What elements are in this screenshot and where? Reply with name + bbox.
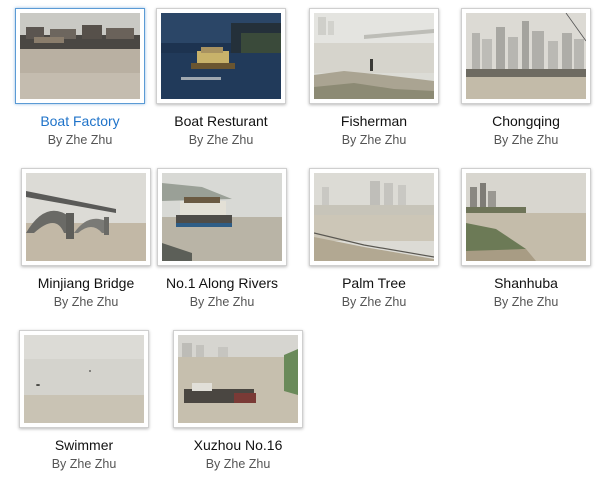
gallery-item-author: By Zhe Zhu <box>51 457 117 471</box>
gallery-item-author: By Zhe Zhu <box>205 457 271 471</box>
thumbnail-minjiang-bridge[interactable] <box>21 168 151 266</box>
fisherman-image <box>314 13 434 99</box>
gallery-item-title[interactable]: Shanhuba <box>450 275 600 292</box>
thumbnail-fisherman[interactable] <box>309 8 439 104</box>
shanhuba-image <box>466 173 586 261</box>
swimmer-image <box>24 335 144 423</box>
thumbnail-xuzhou-no16[interactable] <box>173 330 303 428</box>
gallery-item-author: By Zhe Zhu <box>47 133 113 147</box>
gallery-item-author: By Zhe Zhu <box>341 295 407 309</box>
gallery-item-boat-restaurant[interactable]: Boat Resturant By Zhe Zhu <box>145 8 297 148</box>
gallery-item-title[interactable]: Swimmer <box>8 437 160 454</box>
gallery-item-no1-along-rivers[interactable]: No.1 Along Rivers By Zhe Zhu <box>146 168 298 310</box>
gallery-item-title[interactable]: No.1 Along Rivers <box>146 275 298 292</box>
gallery-item-author: By Zhe Zhu <box>493 295 559 309</box>
gallery-item-minjiang-bridge[interactable]: Minjiang Bridge By Zhe Zhu <box>10 168 162 310</box>
gallery-item-title[interactable]: Xuzhou No.16 <box>162 437 314 454</box>
gallery-item-title[interactable]: Boat Resturant <box>145 113 297 130</box>
gallery-item-title[interactable]: Boat Factory <box>4 113 156 130</box>
gallery-item-fisherman[interactable]: Fisherman By Zhe Zhu <box>298 8 450 148</box>
gallery-item-title[interactable]: Chongqing <box>450 113 600 130</box>
gallery-item-author: By Zhe Zhu <box>188 133 254 147</box>
no1-along-rivers-image <box>162 173 282 261</box>
boat-factory-image <box>20 13 140 99</box>
thumbnail-swimmer[interactable] <box>19 330 149 428</box>
thumbnail-boat-restaurant[interactable] <box>156 8 286 104</box>
xuzhou-no16-image <box>178 335 298 423</box>
gallery-item-xuzhou-no16[interactable]: Xuzhou No.16 By Zhe Zhu <box>162 330 314 472</box>
chongqing-image <box>466 13 586 99</box>
minjiang-bridge-image <box>26 173 146 261</box>
gallery-item-chongqing[interactable]: Chongqing By Zhe Zhu <box>450 8 600 148</box>
thumbnail-chongqing[interactable] <box>461 8 591 104</box>
gallery-item-author: By Zhe Zhu <box>493 133 559 147</box>
boat-restaurant-image <box>161 13 281 99</box>
gallery-item-boat-factory[interactable]: Boat Factory By Zhe Zhu <box>4 8 156 148</box>
gallery-item-palm-tree[interactable]: Palm Tree By Zhe Zhu <box>298 168 450 310</box>
thumbnail-no1-along-rivers[interactable] <box>157 168 287 266</box>
gallery-item-title[interactable]: Palm Tree <box>298 275 450 292</box>
thumbnail-palm-tree[interactable] <box>309 168 439 266</box>
gallery-item-title[interactable]: Minjiang Bridge <box>10 275 162 292</box>
thumbnail-shanhuba[interactable] <box>461 168 591 266</box>
gallery-item-shanhuba[interactable]: Shanhuba By Zhe Zhu <box>450 168 600 310</box>
photo-gallery: Boat Factory By Zhe Zhu Boat Resturant B… <box>0 0 600 482</box>
palm-tree-image <box>314 173 434 261</box>
gallery-item-author: By Zhe Zhu <box>53 295 119 309</box>
gallery-item-swimmer[interactable]: Swimmer By Zhe Zhu <box>8 330 160 472</box>
gallery-item-author: By Zhe Zhu <box>189 295 255 309</box>
gallery-item-author: By Zhe Zhu <box>341 133 407 147</box>
gallery-item-title[interactable]: Fisherman <box>298 113 450 130</box>
thumbnail-boat-factory[interactable] <box>15 8 145 104</box>
